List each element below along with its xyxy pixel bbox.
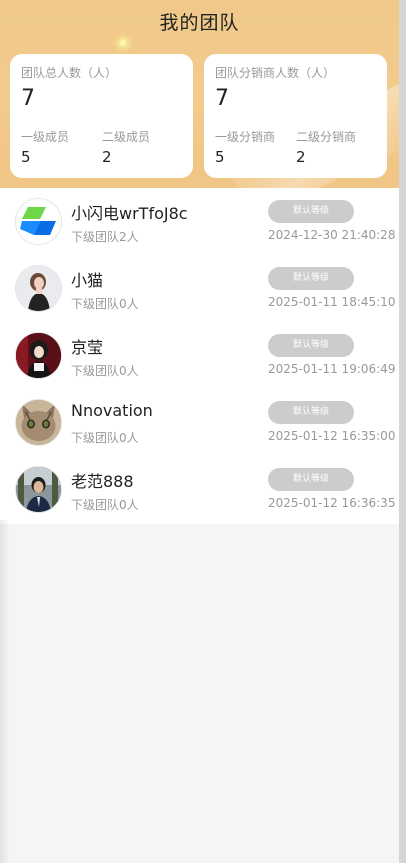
edge-shadow (0, 520, 10, 863)
woman-red-portrait-avatar (15, 332, 62, 379)
member-team-count: 下级团队0人 (71, 431, 139, 445)
team-header: 我的团队 团队总人数（人） 7 一级成员 5 二级成员 2 团队分销商人数（人）… (0, 0, 399, 188)
join-date: 2025-01-12 16:36:35 (268, 496, 396, 510)
member-name: 小闪电wrTfoJ8c (71, 204, 188, 223)
cat-avatar (15, 399, 62, 446)
level-badge: 默认等级 (268, 200, 354, 223)
team-total-label: 团队总人数（人） (21, 66, 118, 80)
distributor-total-label: 团队分销商人数（人） (215, 66, 336, 80)
member-team-count: 下级团队0人 (71, 297, 139, 311)
level2-member-label: 二级成员 (102, 130, 151, 144)
member-team-count: 下级团队0人 (71, 364, 139, 378)
header-sparkle (120, 40, 126, 46)
level-badge: 默认等级 (268, 401, 354, 424)
member-name: 小猫 (71, 271, 104, 290)
level1-distributor-label: 一级分销商 (215, 130, 276, 144)
member-name: 京莹 (71, 338, 104, 357)
member-list: 小闪电wrTfoJ8c 下级团队2人 默认等级 2024-12-30 21:40… (0, 188, 399, 524)
member-name: 老范888 (71, 472, 134, 491)
lightning-logo-icon (15, 198, 62, 245)
member-team-count: 下级团队0人 (71, 498, 139, 512)
woman-portrait-avatar (15, 265, 62, 312)
distributor-total-card: 团队分销商人数（人） 7 一级分销商 5 二级分销商 2 (204, 54, 387, 178)
member-row[interactable]: Nnovation 下级团队0人 默认等级 2025-01-12 16:35:0… (0, 389, 399, 456)
level1-distributor-value: 5 (215, 148, 225, 166)
member-team-count: 下级团队2人 (71, 230, 139, 244)
join-date: 2024-12-30 21:40:28 (268, 228, 396, 242)
join-date: 2025-01-11 18:45:10 (268, 295, 396, 309)
level1-member-label: 一级成员 (21, 130, 70, 144)
team-total-value: 7 (21, 86, 35, 111)
level1-member-value: 5 (21, 148, 31, 166)
distributor-total-value: 7 (215, 86, 229, 111)
member-row[interactable]: 老范888 下级团队0人 默认等级 2025-01-12 16:36:35 (0, 456, 399, 523)
level2-member-value: 2 (102, 148, 112, 166)
level2-distributor-label: 二级分销商 (296, 130, 357, 144)
team-total-card: 团队总人数（人） 7 一级成员 5 二级成员 2 (10, 54, 193, 178)
man-portrait-avatar (15, 466, 62, 513)
member-name: Nnovation (71, 401, 153, 420)
join-date: 2025-01-12 16:35:00 (268, 429, 396, 443)
member-row[interactable]: 京莹 下级团队0人 默认等级 2025-01-11 19:06:49 (0, 322, 399, 389)
join-date: 2025-01-11 19:06:49 (268, 362, 396, 376)
level-badge: 默认等级 (268, 468, 354, 491)
level-badge: 默认等级 (268, 334, 354, 357)
page: 我的团队 团队总人数（人） 7 一级成员 5 二级成员 2 团队分销商人数（人）… (0, 0, 399, 863)
member-row[interactable]: 小闪电wrTfoJ8c 下级团队2人 默认等级 2024-12-30 21:40… (0, 188, 399, 255)
level2-distributor-value: 2 (296, 148, 306, 166)
window-edge (399, 0, 406, 863)
page-title: 我的团队 (159, 12, 240, 34)
member-row[interactable]: 小猫 下级团队0人 默认等级 2025-01-11 18:45:10 (0, 255, 399, 322)
level-badge: 默认等级 (268, 267, 354, 290)
